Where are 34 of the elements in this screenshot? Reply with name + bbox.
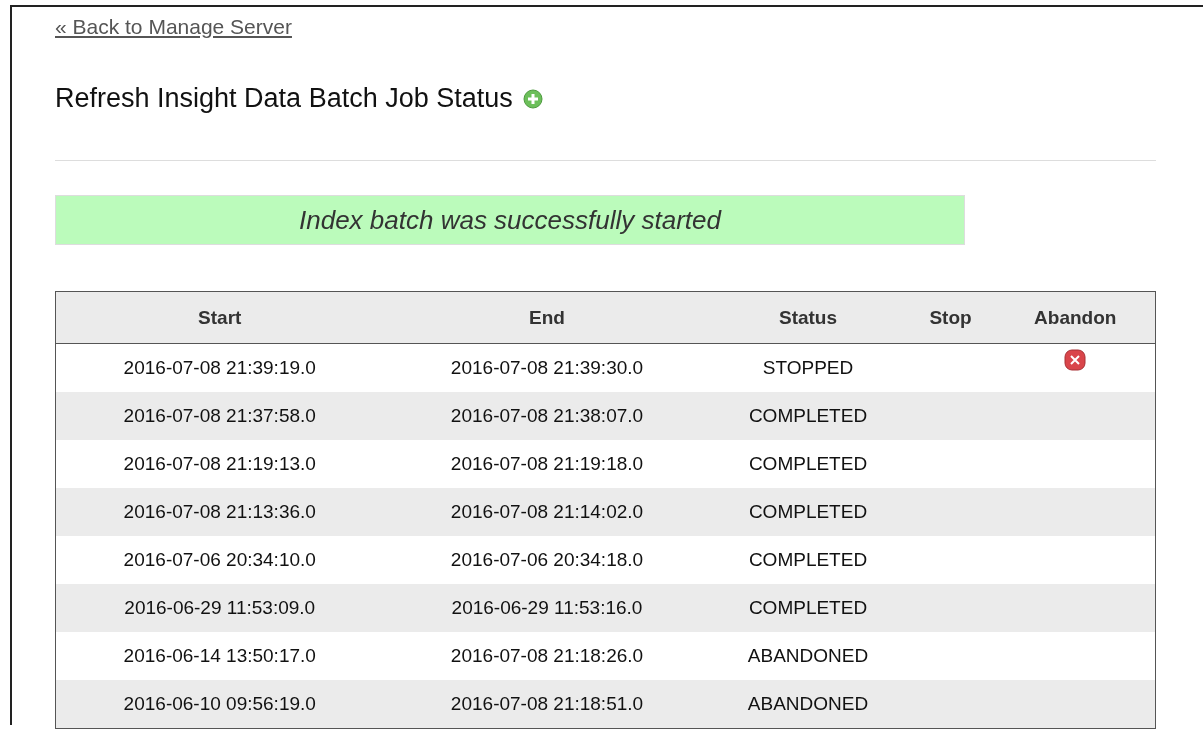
- table-cell: 2016-07-08 21:39:19.0: [55, 343, 384, 392]
- table-cell: 2016-06-29 11:53:09.0: [55, 584, 384, 632]
- column-header: End: [383, 291, 711, 344]
- column-header: Stop: [905, 291, 996, 344]
- table-cell: 2016-07-08 21:13:36.0: [55, 488, 384, 536]
- page-title: Refresh Insight Data Batch Job Status: [55, 83, 513, 114]
- success-message: Index batch was successfully started: [299, 204, 721, 236]
- table-cell: 2016-07-08 21:37:58.0: [55, 392, 384, 440]
- column-header: Status: [710, 291, 906, 344]
- table-cell: COMPLETED: [710, 488, 906, 536]
- table-cell: 2016-06-29 11:53:16.0: [383, 584, 711, 632]
- add-icon[interactable]: [522, 88, 543, 109]
- column-header: Start: [55, 291, 384, 344]
- table-cell: 2016-06-10 09:56:19.0: [55, 680, 384, 729]
- table-cell: 2016-07-06 20:34:10.0: [55, 536, 384, 584]
- table-cell: ABANDONED: [710, 680, 906, 729]
- table-cell: 2016-07-08 21:18:51.0: [383, 680, 711, 729]
- table-cell: COMPLETED: [710, 584, 906, 632]
- table-cell: STOPPED: [710, 343, 906, 392]
- column-header: Abandon: [995, 291, 1156, 344]
- table-cell: 2016-07-06 20:34:18.0: [383, 536, 711, 584]
- table-cell: 2016-07-08 21:18:26.0: [383, 632, 711, 680]
- table-cell: 2016-07-08 21:19:18.0: [383, 440, 711, 488]
- table-cell: 2016-07-08 21:39:30.0: [383, 343, 711, 392]
- table-cell: 2016-07-08 21:38:07.0: [383, 392, 711, 440]
- table-cell: COMPLETED: [710, 440, 906, 488]
- back-link[interactable]: « Back to Manage Server: [55, 15, 292, 39]
- table-cell: 2016-07-08 21:19:13.0: [55, 440, 384, 488]
- table-cell: 2016-06-14 13:50:17.0: [55, 632, 384, 680]
- table-cell: 2016-07-08 21:14:02.0: [383, 488, 711, 536]
- table-cell: COMPLETED: [710, 392, 906, 440]
- table-cell: ABANDONED: [710, 632, 906, 680]
- abandon-icon[interactable]: [1064, 349, 1087, 371]
- table-cell: COMPLETED: [710, 536, 906, 584]
